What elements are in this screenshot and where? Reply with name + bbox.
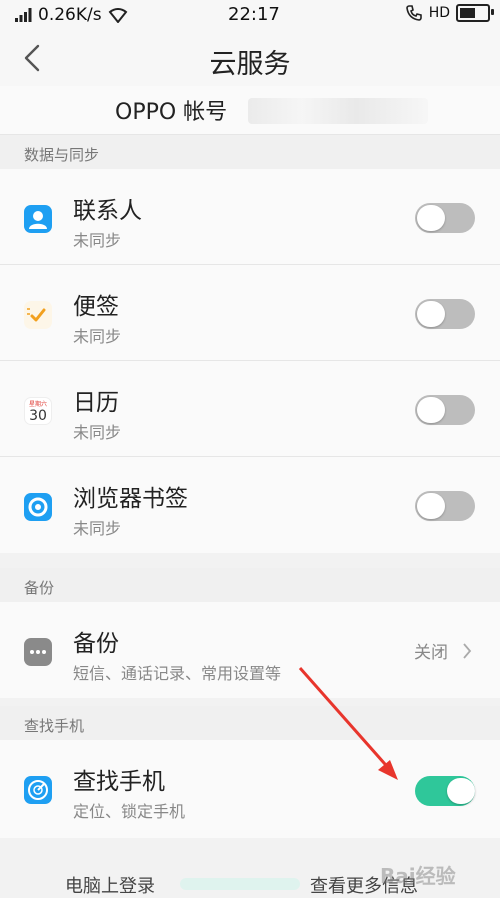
account-row[interactable]: OPPO 帐号 [0,86,500,135]
phone-call-icon [405,5,422,21]
signal-icon [15,8,32,22]
toggle-knob [417,493,445,519]
sync-item-contacts: 联系人 未同步 [0,169,500,265]
account-label: OPPO 帐号 [115,100,228,125]
sync-item-status: 未同步 [73,519,122,538]
battery-icon [456,4,494,22]
section-header-backup: 备份 [0,568,500,602]
sync-item-status: 未同步 [73,327,122,346]
toggle-knob [417,397,445,423]
notes-sync-toggle[interactable] [415,299,475,329]
browser-bookmarks-sync-toggle[interactable] [415,491,475,521]
pc-login-link[interactable]: 电脑上登录 [65,872,155,898]
find-phone-toggle[interactable] [415,776,475,806]
backup-icon [24,638,52,666]
status-right: HD [405,4,494,22]
calendar-icon-day: 30 [29,408,47,424]
find-phone-desc: 定位、锁定手机 [73,802,186,821]
sync-item-status: 未同步 [73,231,122,250]
calendar-icon-header: 星期六 [28,401,47,408]
toggle-knob [417,301,445,327]
browser-icon [24,493,52,521]
notes-icon [24,301,52,329]
account-id-blurred [248,98,428,124]
toggle-knob [447,778,475,804]
chevron-right-icon [463,642,472,659]
find-phone-row: 查找手机 定位、锁定手机 [0,740,500,836]
backup-name: 备份 [73,631,119,657]
radar-icon [24,776,52,804]
sync-item-name: 联系人 [73,198,142,224]
find-phone-name: 查找手机 [73,769,165,795]
backup-desc: 短信、通话记录、常用设置等 [73,664,282,683]
calendar-icon: 星期六 30 [24,397,52,425]
backup-status[interactable]: 关闭 [414,638,472,663]
section-header-data-sync: 数据与同步 [0,135,500,169]
sync-item-name: 便签 [73,294,119,320]
baidu-watermark: Bai经验 [380,864,456,888]
sync-list: 联系人 未同步 便签 未同步 星期六 30 日历 未同步 浏览器书签 未同步 [0,169,500,553]
section-title: 查找手机 [24,717,85,735]
sync-item-name: 日历 [73,390,119,416]
find-phone-card: 查找手机 定位、锁定手机 [0,740,500,838]
calendar-sync-toggle[interactable] [415,395,475,425]
contacts-icon [24,205,52,233]
contacts-sync-toggle[interactable] [415,203,475,233]
section-title: 备份 [24,579,55,597]
page-title: 云服务 [209,49,291,80]
blurred-area [180,878,300,890]
sync-item-browser-bookmarks: 浏览器书签 未同步 [0,457,500,553]
sync-item-notes: 便签 未同步 [0,265,500,361]
status-left: 0.26K/s [14,5,128,25]
hd-badge: HD [428,5,450,21]
battery-level [460,8,476,18]
section-header-find-phone: 查找手机 [0,706,500,740]
sync-item-name: 浏览器书签 [73,486,188,512]
backup-card: 备份 短信、通话记录、常用设置等 关闭 [0,602,500,698]
wifi-icon [108,8,127,23]
clock: 22:17 [228,4,280,25]
network-speed: 0.26K/s [38,5,102,25]
section-title: 数据与同步 [24,146,100,164]
nav-bar: 云服务 [0,30,500,87]
status-bar: 0.26K/s 22:17 HD [0,0,500,30]
backup-row[interactable]: 备份 短信、通话记录、常用设置等 关闭 [0,602,500,698]
toggle-knob [417,205,445,231]
sync-item-status: 未同步 [73,423,122,442]
backup-status-value: 关闭 [414,643,448,663]
sync-item-calendar: 星期六 30 日历 未同步 [0,361,500,457]
